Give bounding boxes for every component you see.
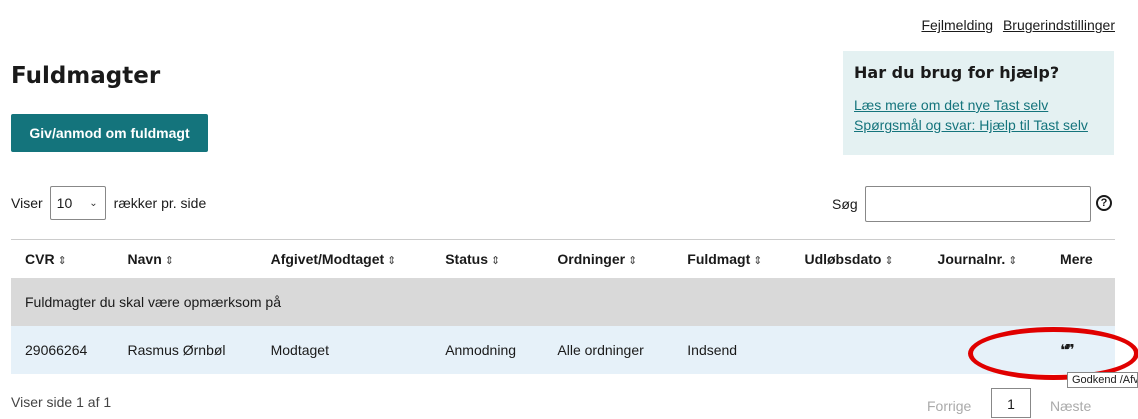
cell-udlobsdato — [790, 326, 923, 374]
table-row: 29066264 Rasmus Ørnbøl Modtaget Anmodnin… — [11, 325, 1115, 374]
help-icon[interactable]: ? — [1096, 195, 1112, 211]
sort-icon: ⇕ — [753, 254, 763, 267]
help-link-faq[interactable]: Spørgsmål og svar: Hjælp til Tast selv — [854, 115, 1103, 135]
help-box: Har du brug for hjælp? Læs mere om det n… — [843, 51, 1114, 155]
cell-afgivet-modtaget: Modtaget — [270, 341, 329, 358]
approve-reject-icon[interactable]: ❝❞ — [1060, 342, 1075, 359]
chevron-down-icon: ⌄ — [89, 197, 98, 209]
column-header-fuldmagt[interactable]: Fuldmagt ⇕ — [673, 240, 790, 278]
column-header-afgivet-modtaget[interactable]: Afgivet/Modtaget ⇕ — [257, 240, 432, 278]
column-header-cvr[interactable]: CVR ⇕ — [11, 240, 114, 278]
search-input[interactable] — [865, 186, 1091, 222]
sort-icon: ⇕ — [164, 254, 174, 267]
sort-icon: ⇕ — [884, 254, 894, 267]
grant-power-of-attorney-button[interactable]: Giv/anmod om fuldmagt — [11, 114, 208, 152]
column-header-ordninger[interactable]: Ordninger ⇕ — [543, 240, 673, 278]
group-label: Fuldmagter du skal være opmærksom på — [25, 293, 281, 310]
report-error-link[interactable]: Fejlmelding — [921, 17, 993, 33]
cell-cvr: 29066264 — [25, 341, 88, 358]
page-info: Viser side 1 af 1 — [11, 394, 112, 410]
table-header-row: CVR ⇕ Navn ⇕ Afgivet/Modtaget ⇕ Status ⇕ Ord… — [11, 239, 1115, 278]
cell-journalnr — [924, 326, 1047, 374]
page-size-select[interactable]: 10 ⌄ — [49, 186, 106, 220]
column-header-navn[interactable]: Navn ⇕ — [114, 240, 257, 278]
cell-ordninger: Alle ordninger — [557, 341, 644, 358]
table-group-row: Fuldmagter du skal være opmærksom på — [11, 277, 1115, 326]
column-header-status[interactable]: Status ⇕ — [431, 240, 543, 278]
cell-mere: ❝❞ — [1046, 326, 1115, 374]
cell-status: Anmodning — [445, 341, 517, 358]
page-number-button[interactable]: 1 — [991, 388, 1031, 418]
user-settings-link[interactable]: Brugerindstillinger — [1003, 17, 1115, 33]
power-of-attorney-table: CVR ⇕ Navn ⇕ Afgivet/Modtaget ⇕ Status ⇕ Ord… — [11, 239, 1115, 374]
sort-icon: ⇕ — [57, 254, 67, 267]
column-header-journalnr[interactable]: Journalnr. ⇕ — [924, 240, 1047, 278]
sort-icon: ⇕ — [387, 254, 397, 267]
help-link-new-tast-selv[interactable]: Læs mere om det nye Tast selv — [854, 95, 1103, 115]
page-size-value: 10 — [56, 195, 73, 211]
sort-icon: ⇕ — [490, 254, 501, 267]
page-title: Fuldmagter — [11, 63, 161, 89]
cell-fuldmagt: Indsend — [687, 341, 738, 358]
column-header-udlobsdato[interactable]: Udløbsdato ⇕ — [790, 240, 923, 278]
sort-icon: ⇕ — [628, 254, 638, 267]
search-label: Søg — [832, 196, 858, 212]
column-header-mere: Mere — [1060, 250, 1093, 267]
rows-per-page-control: Viser 10 ⌄ rækker pr. side — [11, 186, 206, 220]
help-title: Har du brug for hjælp? — [854, 63, 1060, 82]
action-tooltip: Godkend /Afvis — [1067, 372, 1138, 388]
show-label: Viser — [11, 195, 43, 211]
rows-label: rækker pr. side — [113, 195, 207, 211]
sort-icon: ⇕ — [1008, 254, 1018, 267]
cell-navn: Rasmus Ørnbøl — [127, 341, 226, 358]
top-links: Fejlmelding Brugerindstillinger — [915, 17, 1115, 33]
